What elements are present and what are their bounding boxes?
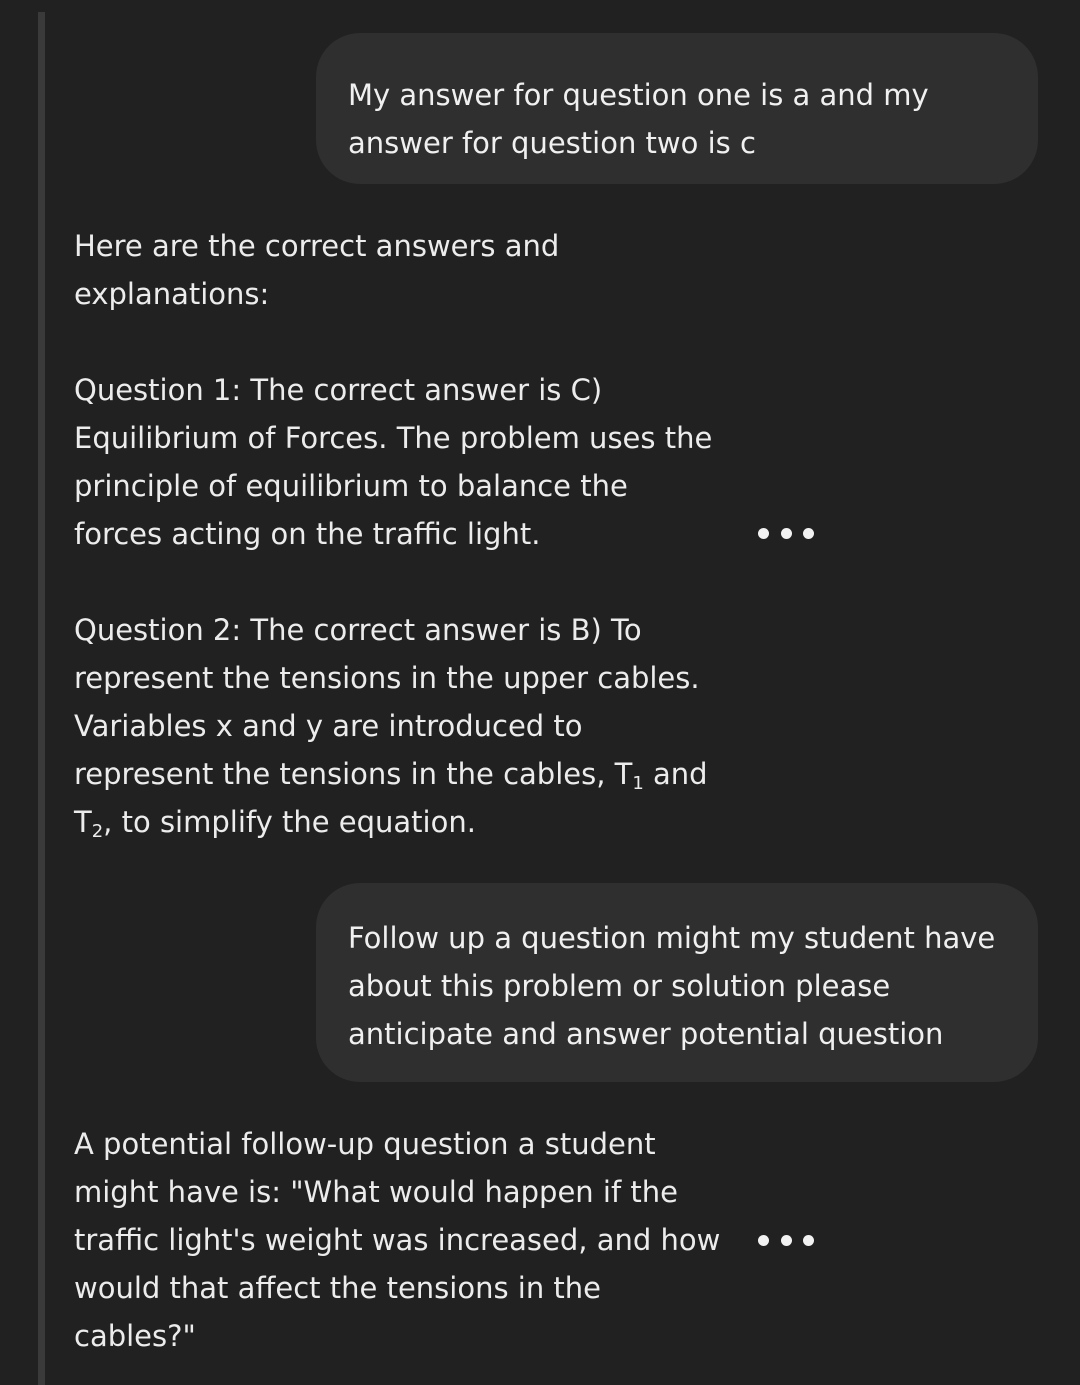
message-text: T — [74, 805, 92, 839]
message-text: and — [643, 757, 708, 791]
message-line: traffic light's weight was increased, an… — [74, 1223, 721, 1257]
message-line: forces acting on the traffic light. — [74, 517, 541, 551]
message-line: answer for question two is c — [348, 126, 756, 160]
message-line: anticipate and answer potential question — [348, 1017, 944, 1051]
message-line: represent the tensions in the upper cabl… — [74, 661, 700, 695]
message-line: might have is: "What would happen if the — [74, 1175, 678, 1209]
message-line: Follow up a question might my student ha… — [348, 921, 996, 955]
more-options-button[interactable] — [758, 1225, 814, 1255]
dot-icon — [758, 527, 769, 539]
assistant-message-followup: A potential follow-up question a student… — [74, 1120, 720, 1360]
user-message-bubble: Follow up a question might my student ha… — [316, 883, 1038, 1082]
dot-icon — [780, 1234, 792, 1246]
dot-icon — [780, 527, 792, 539]
message-text: represent the tensions in the cables, T — [74, 757, 633, 791]
message-text: , to simplify the equation. — [103, 805, 476, 839]
user-message-bubble: My answer for question one is a and my a… — [316, 33, 1038, 184]
dot-icon — [758, 1234, 769, 1246]
message-line: would that affect the tensions in the — [74, 1271, 602, 1305]
message-line: explanations: — [74, 277, 270, 311]
message-line: principle of equilibrium to balance the — [74, 469, 628, 503]
message-line: Here are the correct answers and — [74, 229, 560, 263]
message-line: Equilibrium of Forces. The problem uses … — [74, 421, 713, 455]
subscript-1: 1 — [632, 773, 644, 794]
dot-icon — [803, 1234, 814, 1246]
assistant-message-question-2: Question 2: The correct answer is B) To … — [74, 606, 708, 846]
dot-icon — [803, 527, 814, 539]
message-line: about this problem or solution please — [348, 969, 891, 1003]
message-line: T2, to simplify the equation. — [74, 798, 708, 846]
message-line: Variables x and y are introduced to — [74, 709, 583, 743]
more-options-button[interactable] — [758, 518, 814, 548]
message-line: Question 1: The correct answer is C) — [74, 373, 603, 407]
thread-left-rule — [38, 12, 45, 1385]
message-line: A potential follow-up question a student — [74, 1127, 656, 1161]
message-line: cables?" — [74, 1319, 196, 1353]
message-line: represent the tensions in the cables, T1… — [74, 750, 708, 798]
subscript-2: 2 — [91, 821, 104, 842]
assistant-message-intro: Here are the correct answers and explana… — [74, 222, 559, 318]
message-line: My answer for question one is a and my — [348, 78, 929, 112]
assistant-message-question-1: Question 1: The correct answer is C) Equ… — [74, 366, 712, 558]
message-line: Question 2: The correct answer is B) To — [74, 613, 642, 647]
